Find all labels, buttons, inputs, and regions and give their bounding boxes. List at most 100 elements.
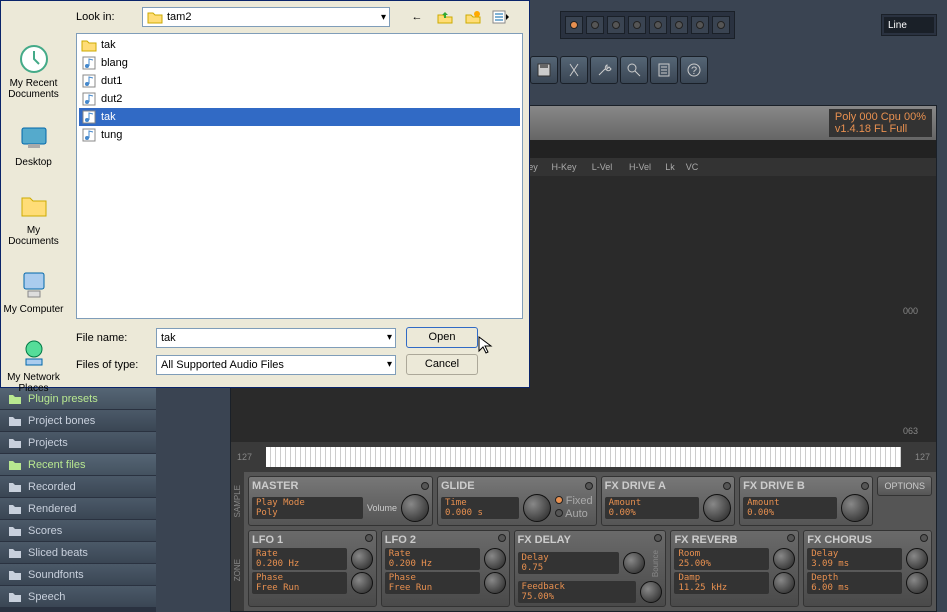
glide-auto-radio[interactable]: Auto [555, 508, 593, 520]
fxa-amount-field[interactable]: Amount0.00% [605, 497, 699, 519]
transport-button[interactable] [691, 16, 709, 34]
fxreverb-room-knob[interactable] [773, 548, 795, 570]
filetype-dropdown[interactable]: All Supported Audio Files [156, 355, 396, 375]
tool-button[interactable] [620, 56, 648, 84]
transport-button[interactable] [712, 16, 730, 34]
browser-item-recorded[interactable]: Recorded [0, 476, 156, 498]
fxreverb-damp-field[interactable]: Damp11.25 kHz [674, 572, 769, 594]
panel-led-icon [585, 482, 593, 490]
file-item-audio[interactable]: tung [79, 126, 520, 144]
fxchorus-depth-knob[interactable] [906, 572, 928, 594]
file-item-audio[interactable]: blang [79, 54, 520, 72]
piano-keyboard[interactable] [266, 447, 901, 467]
desktop-icon [18, 122, 50, 154]
lfo1-phase-field[interactable]: PhaseFree Run [252, 572, 347, 594]
document-icon [656, 62, 672, 78]
lfo1-rate-field[interactable]: Rate0.200 Hz [252, 548, 347, 570]
open-button[interactable]: Open [406, 327, 478, 348]
folder-icon [8, 502, 22, 516]
file-item-folder[interactable]: tak [79, 36, 520, 54]
lfo2-phase-field[interactable]: PhaseFree Run [385, 572, 480, 594]
transport-button[interactable] [670, 16, 688, 34]
shortcut-my-computer[interactable]: My Computer [1, 267, 66, 317]
browser-item-recent-files[interactable]: Recent files [0, 454, 156, 476]
lfo2-phase-knob[interactable] [484, 572, 506, 594]
file-list[interactable]: tak blang dut1 dut2 tak [76, 33, 523, 319]
lfo1-phase-knob[interactable] [351, 572, 373, 594]
fxreverb-room-field[interactable]: Room25.00% [674, 548, 769, 570]
folder-icon [81, 37, 97, 53]
lfo2-rate-field[interactable]: Rate0.200 Hz [385, 548, 480, 570]
nav-back-icon[interactable]: ← [406, 7, 428, 27]
audio-file-icon [81, 73, 97, 89]
file-item-audio[interactable]: dut2 [79, 90, 520, 108]
my-documents-icon [18, 190, 50, 222]
browser-item-projects[interactable]: Projects [0, 432, 156, 454]
panel-led-icon [787, 534, 795, 542]
filename-input[interactable]: tak [156, 328, 396, 348]
radio-led-icon [555, 496, 563, 504]
browser-item-soundfonts[interactable]: Soundfonts [0, 564, 156, 586]
folder-icon [8, 568, 22, 582]
fxb-amount-field[interactable]: Amount0.00% [743, 497, 837, 519]
glide-time-knob[interactable] [523, 494, 551, 522]
fxchorus-delay-knob[interactable] [906, 548, 928, 570]
fxdelay-delay-field[interactable]: Delay0.75 [518, 552, 620, 574]
shortcut-recent-documents[interactable]: My Recent Documents [1, 41, 66, 102]
browser-item-speech[interactable]: Speech [0, 586, 156, 608]
shortcut-my-documents[interactable]: My Documents [1, 188, 66, 249]
folder-icon [8, 436, 22, 450]
options-button[interactable]: OPTIONS [877, 476, 932, 496]
save-tool-button[interactable] [530, 56, 558, 84]
cancel-button[interactable]: Cancel [406, 354, 478, 375]
browser-item-rendered[interactable]: Rendered [0, 498, 156, 520]
transport-button[interactable] [649, 16, 667, 34]
nav-view-menu-icon[interactable] [490, 7, 512, 27]
nav-up-icon[interactable] [434, 7, 456, 27]
tool-button[interactable] [650, 56, 678, 84]
file-item-audio[interactable]: tak [79, 108, 520, 126]
sample-side-label: SAMPLE [231, 483, 244, 519]
led-icon [696, 21, 704, 29]
fxdelay-feedback-field[interactable]: Feedback75.00% [518, 581, 637, 603]
panel-led-icon [920, 534, 928, 542]
shortcut-my-network-places[interactable]: My Network Places [1, 335, 66, 396]
browser-item-project-bones[interactable]: Project bones [0, 410, 156, 432]
lfo2-rate-knob[interactable] [484, 548, 506, 570]
save-icon [536, 62, 552, 78]
fxa-amount-knob[interactable] [703, 494, 731, 522]
led-icon [633, 21, 641, 29]
browser-item-scores[interactable]: Scores [0, 520, 156, 542]
transport-button[interactable] [586, 16, 604, 34]
panel-led-icon [861, 482, 869, 490]
tool-button[interactable] [560, 56, 588, 84]
fx-drive-a-panel: FX DRIVE A Amount0.00% [601, 476, 735, 526]
shortcut-desktop[interactable]: Desktop [1, 120, 66, 170]
fxdelay-feedback-knob[interactable] [640, 581, 662, 603]
cut-icon [566, 62, 582, 78]
file-item-audio[interactable]: dut1 [79, 72, 520, 90]
glide-time-field[interactable]: Time0.000 s [441, 497, 519, 519]
svg-text:?: ? [691, 65, 697, 77]
transport-record-button[interactable] [565, 16, 583, 34]
fxb-amount-knob[interactable] [841, 494, 869, 522]
playmode-field[interactable]: Play ModePoly [252, 497, 363, 519]
lookin-dropdown[interactable]: tam2 [142, 7, 390, 27]
fxchorus-depth-field[interactable]: Depth6.00 ms [807, 572, 902, 594]
fxchorus-delay-field[interactable]: Delay3.09 ms [807, 548, 902, 570]
volume-knob[interactable] [401, 494, 429, 522]
tool-button[interactable] [590, 56, 618, 84]
fxdelay-delay-knob[interactable] [623, 552, 645, 574]
browser-item-sliced-beats[interactable]: Sliced beats [0, 542, 156, 564]
glide-fixed-radio[interactable]: Fixed [555, 495, 593, 507]
filetype-label: Files of type: [76, 359, 146, 371]
transport-button[interactable] [628, 16, 646, 34]
glide-panel: GLIDE Time0.000 s Fixed Auto [437, 476, 597, 526]
help-tool-button[interactable]: ? [680, 56, 708, 84]
transport-button[interactable] [607, 16, 625, 34]
nav-new-folder-icon[interactable] [462, 7, 484, 27]
snap-select[interactable]: Line [884, 17, 934, 33]
piano-range-left: 127 [231, 452, 258, 462]
fxreverb-damp-knob[interactable] [773, 572, 795, 594]
lfo1-rate-knob[interactable] [351, 548, 373, 570]
